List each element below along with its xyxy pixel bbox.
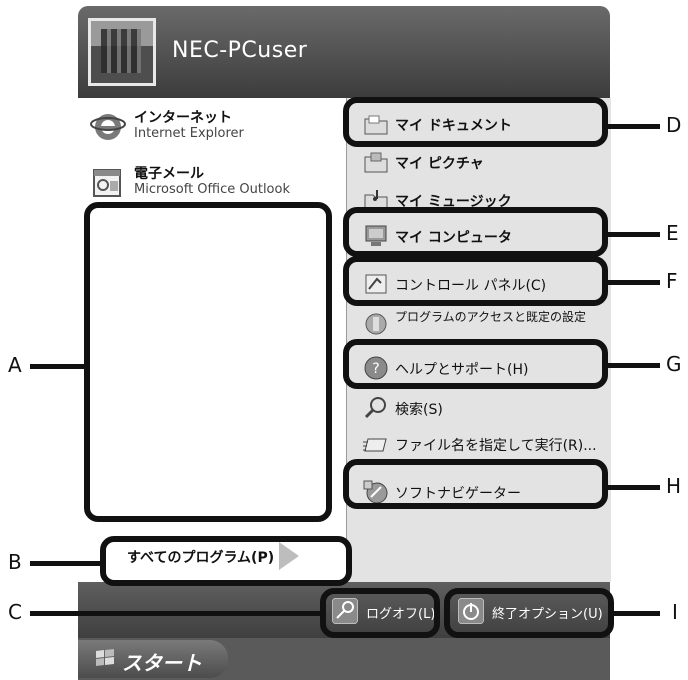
pinned-title: インターネット	[134, 110, 232, 126]
highlight-help-support	[343, 339, 608, 389]
callout-line-a	[30, 364, 86, 369]
item-label: プログラムのアクセスと既定の設定	[395, 310, 587, 324]
search-icon	[364, 397, 386, 419]
highlight-my-documents	[343, 97, 608, 147]
callout-line-c	[30, 611, 322, 616]
item-label: ファイル名を指定して実行(R)...	[395, 438, 597, 454]
user-name: NEC-PCuser	[172, 38, 308, 63]
callout-line-h	[606, 485, 660, 490]
internet-explorer-icon	[90, 114, 126, 140]
callout-label-c: C	[8, 600, 22, 624]
callout-label-b: B	[8, 550, 22, 574]
my-pictures-icon	[364, 152, 388, 173]
pinned-title: 電子メール	[134, 166, 204, 182]
callout-line-i	[612, 611, 660, 616]
program-access-icon	[365, 313, 387, 335]
menu-header: NEC-PCuser	[78, 6, 610, 98]
highlight-control-panel	[343, 256, 608, 306]
callout-line-f	[606, 280, 660, 285]
callout-label-i: I	[672, 600, 678, 624]
pinned-subtitle: Microsoft Office Outlook	[134, 182, 290, 197]
start-button[interactable]: スタート	[78, 640, 228, 678]
windows-flag-icon	[96, 649, 114, 666]
highlight-logoff	[320, 588, 440, 638]
callout-line-e	[606, 232, 660, 237]
callout-label-h: H	[666, 474, 682, 498]
highlight-shutdown	[444, 588, 614, 638]
outlook-icon	[93, 169, 121, 197]
callout-line-b	[30, 561, 102, 566]
search-item[interactable]: 検索(S)	[359, 392, 609, 424]
item-label: マイ ピクチャ	[395, 156, 484, 172]
pinned-internet[interactable]: インターネット Internet Explorer	[90, 106, 340, 150]
user-avatar[interactable]	[88, 18, 156, 86]
highlight-frequent-programs	[84, 202, 332, 522]
callout-line-g	[606, 363, 660, 368]
my-pictures-item[interactable]: マイ ピクチャ	[359, 146, 609, 178]
run-icon	[363, 438, 387, 452]
highlight-soft-navigator	[343, 459, 608, 509]
start-label: スタート	[122, 651, 202, 675]
callout-label-g: G	[666, 352, 682, 376]
callout-label-d: D	[666, 113, 682, 137]
highlight-all-programs	[100, 536, 352, 586]
callout-line-d	[606, 124, 660, 129]
pinned-email[interactable]: 電子メール Microsoft Office Outlook	[90, 162, 340, 206]
highlight-my-computer	[343, 207, 608, 257]
pinned-subtitle: Internet Explorer	[134, 126, 244, 141]
run-item[interactable]: ファイル名を指定して実行(R)...	[359, 428, 609, 460]
callout-label-a: A	[8, 353, 22, 377]
callout-label-e: E	[666, 221, 679, 245]
item-label: 検索(S)	[395, 402, 443, 418]
callout-label-f: F	[666, 269, 678, 293]
